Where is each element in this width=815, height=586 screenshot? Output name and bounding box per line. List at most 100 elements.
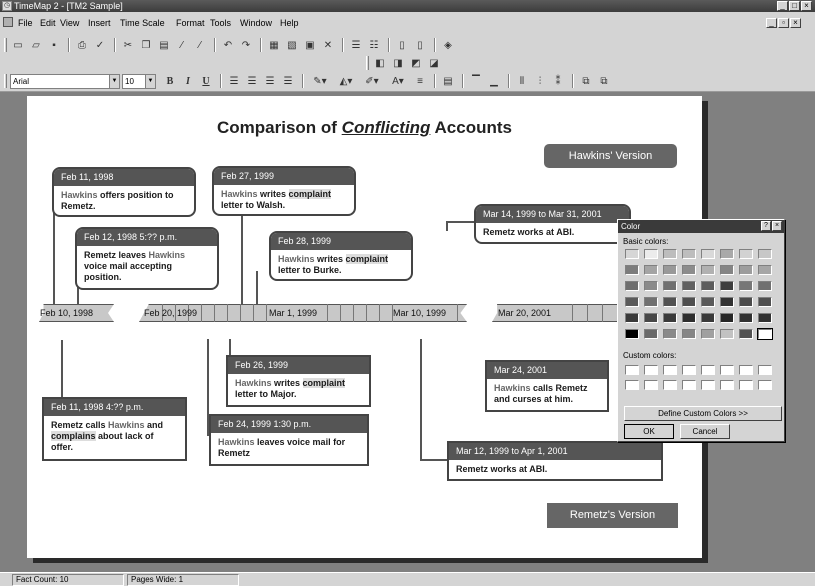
basic-color-swatch[interactable] [682, 297, 696, 307]
bold-button[interactable]: B [162, 74, 178, 89]
chevron-down-icon[interactable]: ▼ [109, 74, 119, 88]
menu-file[interactable]: File [18, 12, 33, 34]
custom-color-swatch[interactable] [625, 380, 639, 390]
basic-color-swatch[interactable] [663, 313, 677, 323]
basic-color-swatch[interactable] [682, 329, 696, 339]
view-page-icon[interactable]: ◧ [372, 56, 388, 71]
menu-help[interactable]: Help [280, 12, 299, 34]
font-select[interactable]: Arial ▼ [10, 73, 120, 89]
basic-color-swatch[interactable] [625, 297, 639, 307]
link-icon[interactable]: ◈ [440, 38, 456, 53]
fact-box[interactable]: Mar 14, 1999 to Mar 31, 2001 Remetz work… [474, 204, 631, 244]
bottom-align-icon[interactable]: ▁ [486, 74, 502, 89]
open-icon[interactable]: ▱ [28, 38, 44, 53]
basic-color-swatch[interactable] [682, 313, 696, 323]
basic-color-swatch[interactable] [758, 281, 772, 291]
basic-color-swatch[interactable] [720, 265, 734, 275]
basic-color-swatch[interactable] [663, 297, 677, 307]
fact-box[interactable]: Feb 11, 1998 4:?? p.m. Remetz calls Hawk… [42, 397, 187, 461]
line-color-icon[interactable]: ✐▾ [360, 74, 384, 89]
basic-color-swatch[interactable] [682, 281, 696, 291]
align-right-icon[interactable]: ☰ [262, 74, 278, 89]
basic-color-swatch[interactable] [701, 249, 715, 259]
basic-color-swatch[interactable] [644, 265, 658, 275]
custom-color-swatch[interactable] [682, 380, 696, 390]
fact-box[interactable]: Mar 24, 2001 Hawkins calls Remetz and cu… [485, 360, 609, 412]
basic-color-swatch[interactable] [682, 265, 696, 275]
fact-box[interactable]: Mar 12, 1999 to Apr 1, 2001 Remetz works… [447, 441, 663, 481]
distribute-v-icon[interactable]: ⫶ [532, 74, 548, 89]
basic-color-swatch[interactable] [720, 329, 734, 339]
basic-color-swatch[interactable] [644, 297, 658, 307]
basic-color-swatch[interactable] [701, 313, 715, 323]
hawkins-version-tag[interactable]: Hawkins' Version [544, 144, 677, 168]
custom-color-swatch[interactable] [758, 380, 772, 390]
timeline-icon[interactable]: ☰ [348, 38, 364, 53]
menu-format[interactable]: Format [176, 12, 205, 34]
fill-color-icon[interactable]: ◭▾ [334, 74, 358, 89]
basic-color-swatch[interactable] [739, 265, 753, 275]
fact-box[interactable]: Feb 26, 1999 Hawkins writes complaint le… [226, 355, 371, 407]
dialog-close-button[interactable]: × [772, 221, 782, 231]
basic-color-swatch[interactable] [739, 329, 753, 339]
custom-color-swatch[interactable] [701, 365, 715, 375]
view-page2-icon[interactable]: ◨ [390, 56, 406, 71]
copy-icon[interactable]: ❐ [138, 38, 154, 53]
italic-button[interactable]: I [180, 74, 196, 89]
fact-box[interactable]: Feb 28, 1999 Hawkins writes complaint le… [269, 231, 413, 281]
view-page3-icon[interactable]: ◩ [408, 56, 424, 71]
custom-color-swatch[interactable] [720, 365, 734, 375]
minimize-button[interactable]: _ [777, 1, 788, 11]
fact-box[interactable]: Feb 24, 1999 1:30 p.m. Hawkins leaves vo… [209, 414, 369, 466]
paste-icon[interactable]: ▤ [156, 38, 172, 53]
custom-color-swatch[interactable] [644, 380, 658, 390]
timeline-split-icon[interactable]: ☷ [366, 38, 382, 53]
basic-color-swatch[interactable] [720, 249, 734, 259]
menu-time-scale[interactable]: Time Scale [120, 12, 165, 34]
basic-color-swatch[interactable] [663, 265, 677, 275]
basic-color-swatch[interactable] [663, 329, 677, 339]
basic-color-swatch[interactable] [758, 249, 772, 259]
basic-color-swatch[interactable] [701, 329, 715, 339]
custom-color-swatch[interactable] [663, 365, 677, 375]
toolbar-grip[interactable] [4, 38, 7, 52]
font-color-icon[interactable]: A▾ [386, 74, 410, 89]
custom-color-swatch[interactable] [663, 380, 677, 390]
menu-window[interactable]: Window [240, 12, 272, 34]
ok-button[interactable]: OK [624, 424, 674, 439]
doc-minimize-button[interactable]: _ [766, 18, 777, 28]
basic-color-swatch[interactable] [739, 249, 753, 259]
properties-icon[interactable]: ▣ [302, 38, 318, 53]
basic-color-swatch[interactable] [644, 329, 658, 339]
custom-color-swatch[interactable] [739, 365, 753, 375]
page-setup-icon[interactable]: ▯ [394, 38, 410, 53]
basic-color-swatch[interactable] [663, 249, 677, 259]
basic-color-swatch[interactable] [701, 297, 715, 307]
menu-insert[interactable]: Insert [88, 12, 111, 34]
basic-color-swatch[interactable] [625, 249, 639, 259]
app-icon[interactable]: ◷ [2, 1, 12, 11]
basic-color-swatch[interactable] [625, 265, 639, 275]
basic-color-swatch[interactable] [625, 281, 639, 291]
bring-front-icon[interactable]: ⧉ [578, 74, 594, 89]
format-painter-icon[interactable]: ⁄ [174, 38, 190, 53]
basic-color-swatch[interactable] [720, 297, 734, 307]
dialog-title-bar[interactable]: Color ? × [618, 220, 784, 233]
menu-edit[interactable]: Edit [40, 12, 56, 34]
line-style-icon[interactable]: ≡ [412, 74, 428, 89]
basic-color-swatch[interactable] [758, 297, 772, 307]
custom-color-swatch[interactable] [720, 380, 734, 390]
redo-icon[interactable]: ↷ [238, 38, 254, 53]
cancel-button[interactable]: Cancel [680, 424, 730, 439]
send-back-icon[interactable]: ⧉ [596, 74, 612, 89]
align-left-icon[interactable]: ☰ [226, 74, 242, 89]
delete-icon[interactable]: ✕ [320, 38, 336, 53]
basic-color-swatch[interactable] [644, 313, 658, 323]
basic-color-swatch[interactable] [758, 265, 772, 275]
basic-color-swatch[interactable] [682, 249, 696, 259]
custom-color-swatch[interactable] [682, 365, 696, 375]
spacing-icon[interactable]: ⁑ [550, 74, 566, 89]
basic-color-swatch[interactable] [739, 281, 753, 291]
basic-color-swatch[interactable] [739, 313, 753, 323]
insert-fact-icon[interactable]: ▦ [266, 38, 282, 53]
